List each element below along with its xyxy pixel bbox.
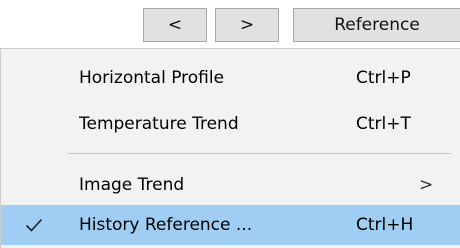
menu-item-label: History Reference ... bbox=[79, 215, 253, 235]
previous-button[interactable]: < bbox=[143, 8, 207, 42]
menu-item-temperature-trend[interactable]: Temperature Trend Ctrl+T bbox=[1, 104, 460, 144]
next-button-label: > bbox=[239, 15, 255, 35]
reference-button[interactable]: Reference bbox=[293, 8, 460, 42]
screen: < > Reference Horizontal Profile Ctrl+P … bbox=[0, 0, 460, 248]
previous-button-label: < bbox=[167, 15, 183, 35]
menu-item-horizontal-profile[interactable]: Horizontal Profile Ctrl+P bbox=[1, 58, 460, 98]
reference-dropdown-menu: Horizontal Profile Ctrl+P Temperature Tr… bbox=[0, 48, 460, 248]
menu-item-label: Image Trend bbox=[79, 175, 185, 195]
next-button[interactable]: > bbox=[215, 8, 279, 42]
menu-item-history-reference[interactable]: History Reference ... Ctrl+H bbox=[1, 205, 460, 245]
menu-item-image-trend[interactable]: Image Trend > bbox=[1, 165, 460, 205]
menu-item-label: Horizontal Profile bbox=[79, 68, 225, 88]
menu-item-shortcut: Ctrl+P bbox=[356, 68, 411, 88]
menu-item-shortcut: Ctrl+T bbox=[356, 114, 411, 134]
toolbar: < > Reference bbox=[0, 0, 460, 48]
menu-item-shortcut: Ctrl+H bbox=[356, 215, 414, 235]
submenu-arrow-icon: > bbox=[419, 175, 434, 195]
reference-button-label: Reference bbox=[334, 15, 420, 35]
check-icon bbox=[25, 218, 43, 232]
menu-separator bbox=[67, 153, 451, 154]
menu-item-label: Temperature Trend bbox=[79, 114, 239, 134]
